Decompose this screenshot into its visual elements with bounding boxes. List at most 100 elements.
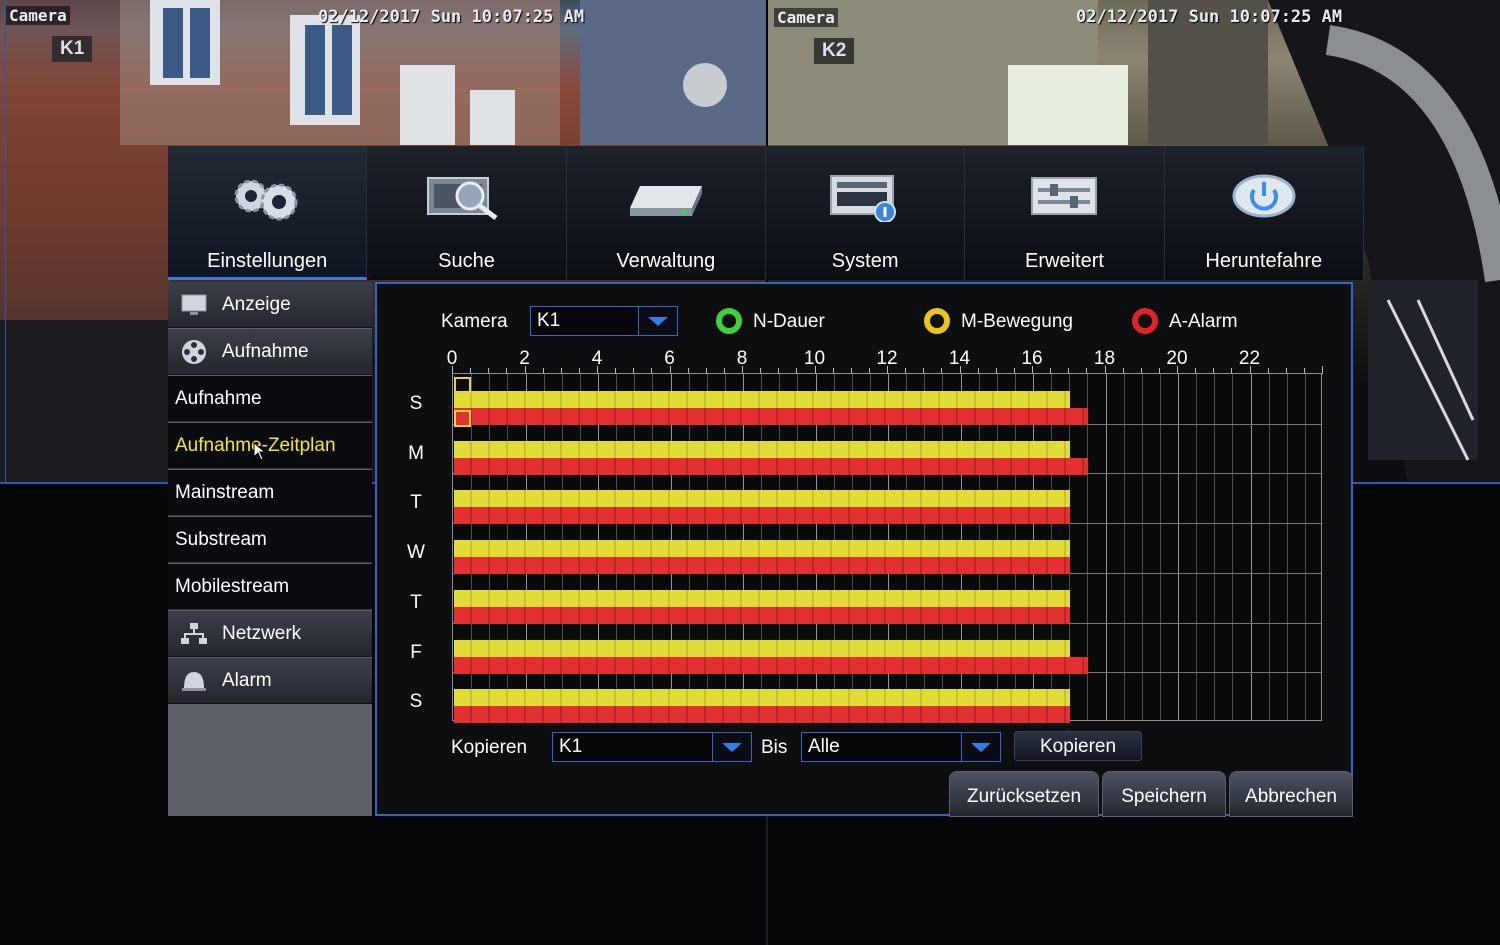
alarm-bar[interactable] [454, 706, 1071, 724]
sidebar-item-label: Alarm [222, 670, 272, 691]
alarm-icon [182, 672, 206, 691]
advanced-icon [1031, 177, 1098, 215]
cell-cursor [454, 377, 471, 394]
camera-label: Camera [6, 6, 70, 25]
sidebar-item-aufnahme-category[interactable]: Aufnahme [168, 329, 372, 375]
top-tab-bar: Einstellungen Suche Verwaltung System Er… [168, 146, 1364, 280]
sidebar-item-aufnahme[interactable]: Aufnahme [168, 376, 372, 422]
save-button[interactable]: Speichern [1102, 771, 1226, 817]
sidebar-item-aufnahme-zeitplan[interactable]: Aufnahme-Zeitplan [168, 423, 372, 469]
grid-vline [1196, 374, 1198, 720]
legend-a-alarm-icon [1132, 308, 1158, 334]
alarm-bar[interactable] [454, 457, 1089, 475]
reset-button[interactable]: Zurücksetzen [949, 771, 1099, 817]
grid-vline [1123, 374, 1125, 720]
tab-label: Heruntefahre [1205, 250, 1323, 272]
motion-bar[interactable] [454, 540, 1071, 558]
channel-badge: K1 [52, 36, 93, 62]
hard-drive-icon [629, 186, 702, 216]
copy-from-select[interactable]: K1 [552, 732, 752, 762]
legend-n-dauer[interactable]: N-Dauer [753, 311, 825, 333]
grid-vline [1304, 374, 1306, 720]
sidebar-item-label: Netzwerk [222, 623, 302, 644]
camera-label: Camera [774, 8, 838, 27]
sidebar-item-mobilestream[interactable]: Mobilestream [168, 564, 372, 610]
bis-label: Bis [761, 737, 788, 758]
network-icon [181, 623, 207, 644]
grid-vline [1214, 374, 1216, 720]
alarm-bar[interactable] [454, 656, 1089, 674]
motion-bar[interactable] [454, 391, 1071, 408]
legend-m-bewegung[interactable]: M-Bewegung [961, 311, 1073, 333]
gears-icon [234, 179, 298, 221]
system-info-icon [830, 175, 897, 222]
sidebar-item-alarm[interactable]: Alarm [168, 658, 372, 704]
chevron-down-icon [712, 733, 751, 761]
alarm-bar[interactable] [454, 606, 1071, 624]
copy-button[interactable]: Kopieren [1014, 731, 1142, 761]
tab-erweitert[interactable]: Erweitert [965, 146, 1165, 280]
legend-n-dauer-icon [716, 308, 742, 334]
tab-herunterfahren[interactable]: Heruntefahre [1164, 146, 1364, 280]
channel-badge: K2 [814, 38, 855, 64]
chevron-down-icon [961, 733, 1000, 761]
grid-vline [1286, 374, 1288, 720]
grid-vline [1159, 374, 1161, 720]
schedule-grid[interactable] [452, 373, 1322, 724]
day-label: S [409, 691, 423, 713]
alarm-bar[interactable] [454, 557, 1071, 575]
motion-bar[interactable] [454, 639, 1071, 657]
film-reel-icon [182, 340, 206, 364]
timestamp: 02/12/2017 Sun 10:07:25 AM [1076, 7, 1343, 27]
monitor-icon [181, 294, 207, 315]
camera-select-value: K1 [537, 310, 561, 331]
tab-label: Suche [438, 250, 495, 272]
legend-a-alarm[interactable]: A-Alarm [1169, 311, 1238, 333]
day-label: M [408, 442, 424, 464]
day-label: W [407, 542, 425, 564]
sidebar-item-label: Anzeige [222, 294, 291, 315]
tab-system[interactable]: System [765, 146, 966, 280]
tab-label: Erweitert [1025, 250, 1104, 272]
sidebar-item-substream[interactable]: Substream [168, 517, 372, 563]
tab-einstellungen[interactable]: Einstellungen [168, 146, 368, 280]
camera-select[interactable]: K1 [530, 306, 678, 336]
copy-from-value: K1 [559, 736, 583, 757]
day-label: F [410, 641, 422, 663]
alarm-bar[interactable] [454, 408, 1089, 425]
copy-to-value: Alle [808, 736, 840, 757]
power-icon [1232, 174, 1296, 218]
motion-bar[interactable] [454, 689, 1071, 707]
copy-to-select[interactable]: Alle [801, 732, 1001, 762]
mouse-cursor-icon [253, 442, 267, 461]
hour-tick [1322, 366, 1323, 374]
tab-suche[interactable]: Suche [367, 146, 567, 280]
motion-bar[interactable] [454, 589, 1071, 607]
copy-label: Kopieren [451, 737, 528, 758]
day-label: T [410, 591, 422, 613]
legend-m-bewegung-icon [924, 308, 950, 334]
tab-label: Einstellungen [207, 250, 328, 272]
grid-vline [1141, 374, 1143, 720]
sidebar-item-anzeige[interactable]: Anzeige [168, 282, 372, 328]
sidebar: Anzeige Aufnahme Aufnahme Aufnahme-Zeitp… [168, 282, 372, 816]
grid-vline [1250, 374, 1252, 720]
motion-bar[interactable] [454, 490, 1071, 508]
grid-vline [1268, 374, 1270, 720]
tab-label: System [831, 250, 899, 272]
timestamp: 02/12/2017 Sun 10:07:25 AM [318, 7, 585, 27]
chevron-down-icon [638, 307, 677, 335]
tab-verwaltung[interactable]: Verwaltung [566, 146, 766, 280]
grid-vline [1232, 374, 1234, 720]
cell-cursor [454, 410, 471, 427]
tab-label: Verwaltung [616, 250, 716, 272]
search-icon [427, 177, 498, 220]
sidebar-item-netzwerk[interactable]: Netzwerk [168, 611, 372, 657]
alarm-bar[interactable] [454, 507, 1071, 525]
sidebar-item-label: Aufnahme [222, 341, 309, 362]
camera-label: Kamera [441, 311, 508, 332]
cancel-button[interactable]: Abbrechen [1229, 771, 1353, 817]
motion-bar[interactable] [454, 440, 1071, 458]
sidebar-item-mainstream[interactable]: Mainstream [168, 470, 372, 516]
day-label: T [410, 492, 422, 514]
